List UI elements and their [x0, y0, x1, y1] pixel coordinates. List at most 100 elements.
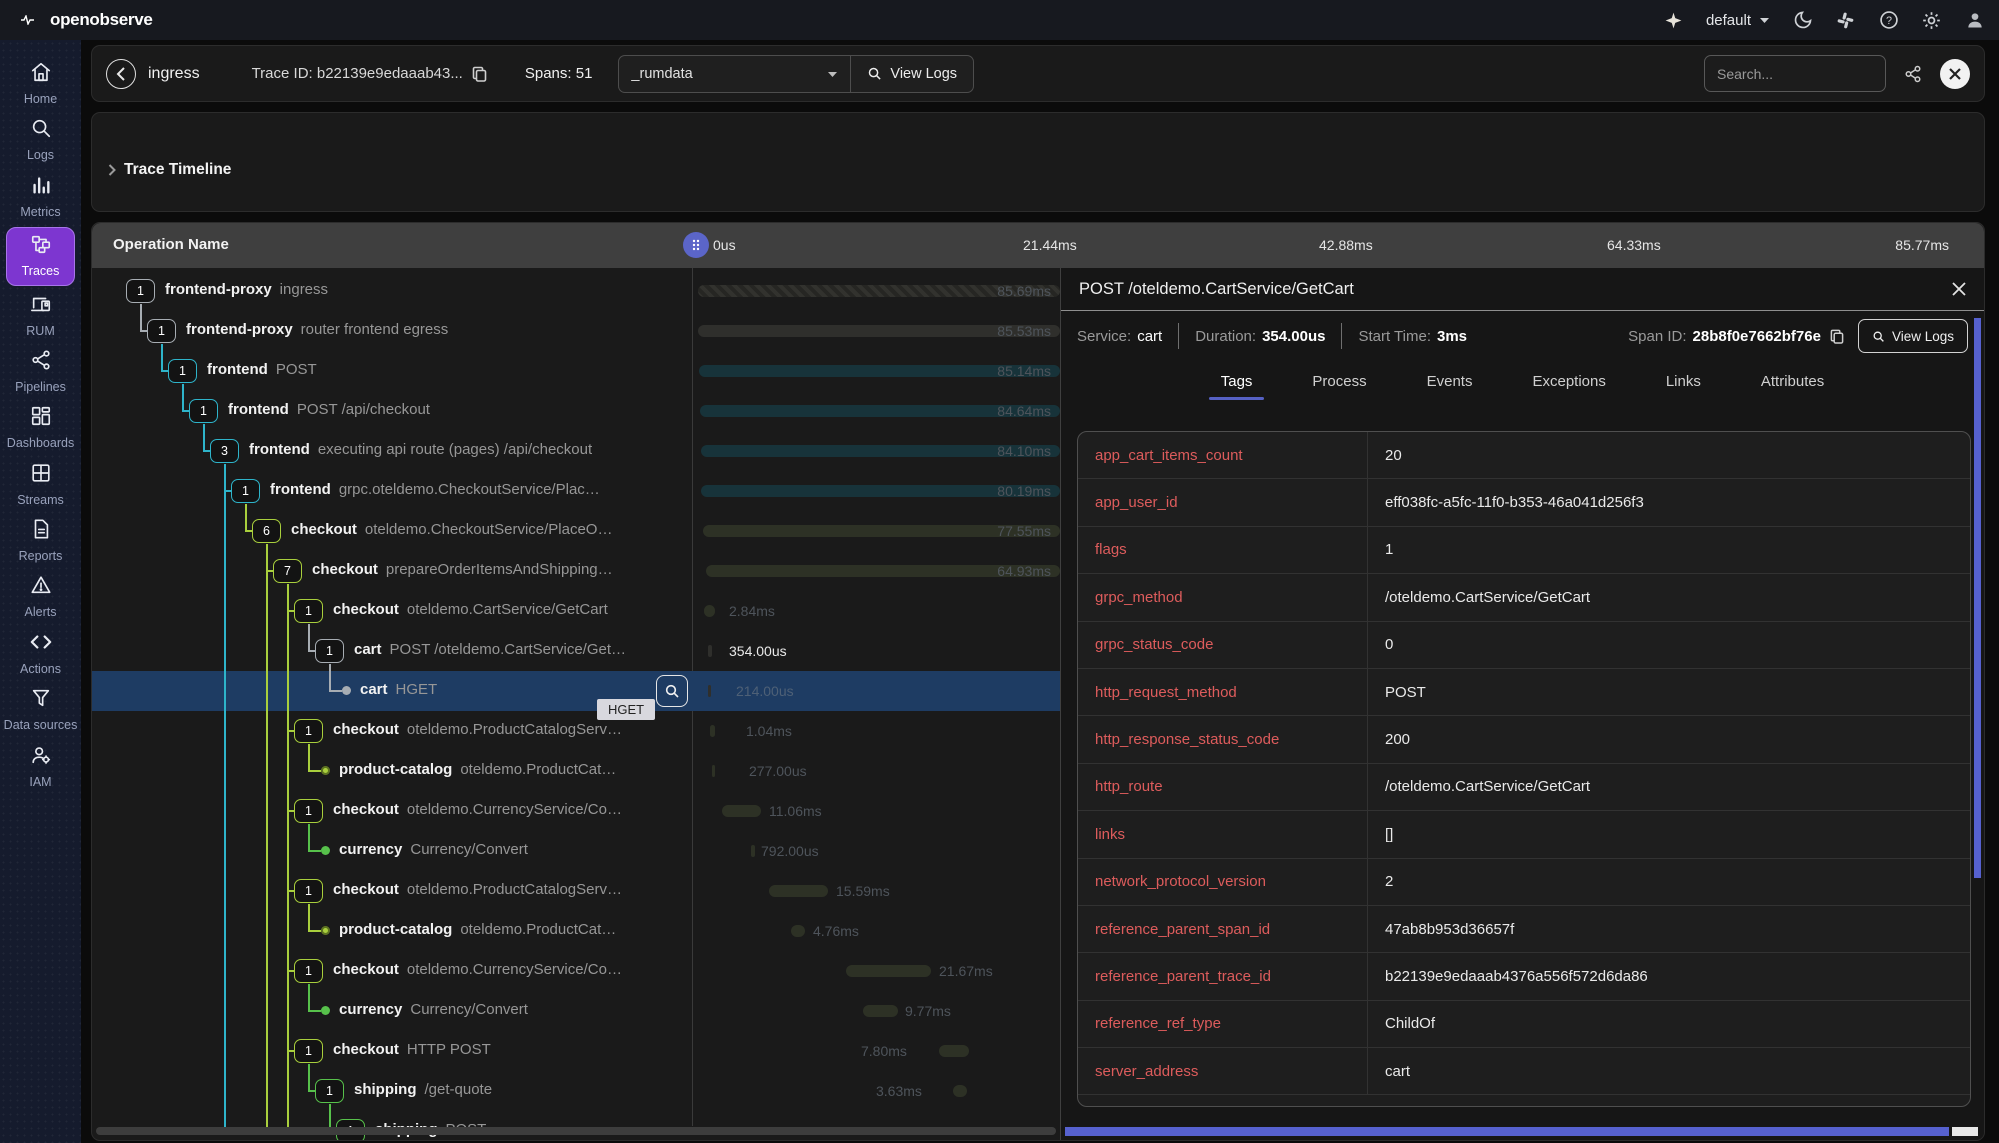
tag-key[interactable]: app_user_id: [1078, 479, 1368, 525]
span-count-badge[interactable]: 1: [294, 799, 323, 823]
tag-key[interactable]: reference_parent_trace_id: [1078, 953, 1368, 999]
tag-key[interactable]: server_address: [1078, 1048, 1368, 1094]
tag-key[interactable]: http_route: [1078, 764, 1368, 810]
span-count-badge[interactable]: 1: [168, 359, 197, 383]
tab-process[interactable]: Process: [1306, 369, 1372, 400]
span-duration-bar[interactable]: [751, 845, 755, 857]
org-name: default: [1706, 12, 1751, 29]
sidebar-item-metrics[interactable]: Metrics: [0, 169, 81, 225]
tag-key[interactable]: grpc_status_code: [1078, 622, 1368, 668]
span-service-name: frontend: [249, 441, 310, 458]
span-count-badge[interactable]: 1: [294, 959, 323, 983]
span-duration-bar[interactable]: [953, 1085, 967, 1097]
stream-select[interactable]: _rumdata: [618, 55, 850, 93]
settings-gear-icon[interactable]: [1921, 10, 1942, 31]
sidebar-item-reports[interactable]: Reports: [0, 513, 81, 569]
sparkle-ai-icon[interactable]: [1663, 10, 1684, 31]
span-duration-bar[interactable]: [863, 1005, 898, 1017]
sidebar-item-logs[interactable]: Logs: [0, 112, 81, 168]
span-count-badge[interactable]: 1: [231, 479, 260, 503]
chevron-right-icon[interactable]: [108, 164, 116, 176]
span-duration-bar[interactable]: [722, 805, 761, 817]
sidebar-item-alerts[interactable]: Alerts: [0, 569, 81, 625]
span-count-badge[interactable]: 1: [147, 319, 176, 343]
panel-vertical-scrollbar[interactable]: [1974, 318, 1981, 878]
close-panel-icon[interactable]: [1952, 282, 1966, 296]
org-selector[interactable]: default: [1706, 12, 1770, 29]
span-duration-bar[interactable]: [791, 925, 805, 937]
span-duration-bar[interactable]: [846, 965, 931, 977]
sidebar-item-label: Metrics: [20, 205, 60, 219]
tab-attributes[interactable]: Attributes: [1755, 369, 1830, 400]
span-count-badge[interactable]: 1: [294, 879, 323, 903]
sidebar-item-actions[interactable]: Actions: [0, 626, 81, 682]
dark-mode-moon-icon[interactable]: [1792, 10, 1813, 31]
tag-key[interactable]: flags: [1078, 527, 1368, 573]
sidebar-item-iam[interactable]: IAM: [0, 739, 81, 795]
span-duration-bar[interactable]: [710, 725, 715, 737]
span-count-badge[interactable]: 1: [315, 639, 344, 663]
span-count-badge[interactable]: 1: [294, 599, 323, 623]
tag-key[interactable]: network_protocol_version: [1078, 859, 1368, 905]
span-duration-label: 85.69ms: [997, 283, 1051, 299]
copy-span-id-icon[interactable]: [1830, 329, 1844, 344]
column-resize-handle-icon[interactable]: [683, 232, 709, 258]
tab-tags[interactable]: Tags: [1215, 369, 1259, 400]
share-icon[interactable]: [1904, 65, 1922, 83]
tab-links[interactable]: Links: [1660, 369, 1707, 400]
span-duration-bar[interactable]: [708, 645, 712, 657]
brand-name: openobserve: [50, 10, 153, 30]
search-input[interactable]: [1704, 55, 1886, 92]
span-zoom-button[interactable]: [656, 675, 688, 707]
tag-key[interactable]: http_request_method: [1078, 669, 1368, 715]
panel-horizontal-scrollbar[interactable]: [1065, 1127, 1949, 1136]
sidebar-item-home[interactable]: Home: [0, 56, 81, 112]
tag-key[interactable]: links: [1078, 811, 1368, 857]
panel-view-logs-button[interactable]: View Logs: [1858, 319, 1968, 353]
sidebar-item-label: RUM: [26, 324, 54, 338]
span-count-badge[interactable]: 3: [210, 439, 239, 463]
slack-icon[interactable]: [1835, 10, 1856, 31]
span-duration-bar[interactable]: [704, 605, 715, 617]
span-count-badge[interactable]: 1: [294, 719, 323, 743]
tag-key[interactable]: reference_ref_type: [1078, 1001, 1368, 1047]
span-count-badge[interactable]: 1: [315, 1079, 344, 1103]
span-service-name: checkout: [333, 801, 399, 818]
sidebar-item-data-sources[interactable]: Data sources: [0, 682, 81, 738]
main-content: ingress Trace ID: b22139e9edaaab43... Sp…: [81, 40, 1999, 1143]
timeline-horizontal-scrollbar[interactable]: [96, 1127, 1056, 1135]
tab-exceptions[interactable]: Exceptions: [1526, 369, 1611, 400]
sidebar-item-streams[interactable]: Streams: [0, 457, 81, 513]
span-row-text: checkoutHTTP POST: [333, 1041, 491, 1059]
back-button[interactable]: [106, 59, 136, 89]
span-duration-bar[interactable]: [708, 685, 711, 697]
copy-trace-id-icon[interactable]: [472, 66, 487, 82]
span-count-badge[interactable]: 1: [126, 279, 155, 303]
sidebar-item-traces[interactable]: Traces: [6, 227, 75, 285]
tag-key[interactable]: app_cart_items_count: [1078, 432, 1368, 478]
sidebar-item-label: Alerts: [25, 605, 57, 619]
span-operation-name: oteldemo.ProductCatalogServ…: [407, 721, 622, 738]
user-profile-icon[interactable]: [1964, 10, 1985, 31]
view-logs-button[interactable]: View Logs: [850, 55, 974, 93]
span-duration-bar[interactable]: [712, 765, 715, 777]
span-count-badge[interactable]: 1: [189, 399, 218, 423]
sidebar-item-dashboards[interactable]: Dashboards: [0, 400, 81, 456]
tag-key[interactable]: grpc_method: [1078, 574, 1368, 620]
sidebar-item-rum[interactable]: RUM: [0, 288, 81, 344]
tag-row: grpc_method/oteldemo.CartService/GetCart: [1078, 574, 1970, 621]
span-duration-bar[interactable]: [769, 885, 828, 897]
tag-key[interactable]: reference_parent_span_id: [1078, 906, 1368, 952]
tab-events[interactable]: Events: [1421, 369, 1479, 400]
help-icon[interactable]: ?: [1878, 10, 1899, 31]
span-count-badge[interactable]: 6: [252, 519, 281, 543]
span-service-name: checkout: [333, 961, 399, 978]
tag-value: cart: [1368, 1048, 1970, 1094]
span-count-badge[interactable]: 7: [273, 559, 302, 583]
tag-key[interactable]: http_response_status_code: [1078, 716, 1368, 762]
span-row-text: currencyCurrency/Convert: [339, 841, 528, 859]
span-duration-bar[interactable]: [939, 1045, 969, 1057]
span-count-badge[interactable]: 1: [294, 1039, 323, 1063]
close-trace-button[interactable]: [1940, 59, 1970, 89]
sidebar-item-pipelines[interactable]: Pipelines: [0, 344, 81, 400]
